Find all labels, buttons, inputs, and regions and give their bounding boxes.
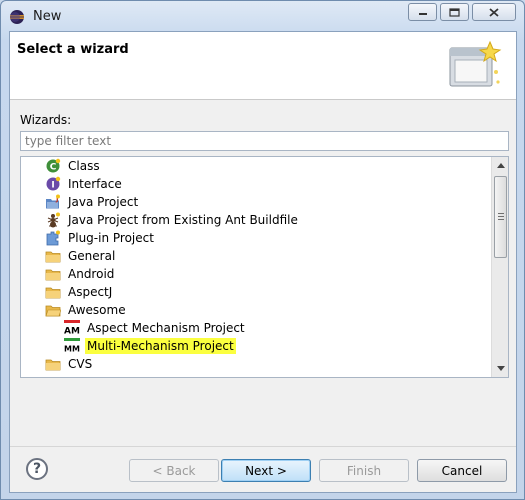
dialog-body: Select a wizard Wizards: C Class I xyxy=(9,31,517,493)
tree-item-label: Multi-Mechanism Project xyxy=(85,338,236,354)
tree-item-plugin-project[interactable]: Plug-in Project xyxy=(21,229,492,247)
finish-button[interactable]: Finish xyxy=(319,459,409,482)
plugin-project-icon xyxy=(46,230,60,246)
new-wizard-window: New Select a wizard Wizards: type filter… xyxy=(0,0,525,500)
scroll-down-icon xyxy=(496,366,505,371)
tree-item-java-project[interactable]: J Java Project xyxy=(21,193,492,211)
tree-item-label: Awesome xyxy=(68,303,126,317)
tree-item-label: Class xyxy=(68,159,100,173)
folder-icon xyxy=(45,359,61,371)
thumb-grip xyxy=(498,219,504,220)
tree-item-class[interactable]: C Class xyxy=(21,157,492,175)
svg-text:AM: AM xyxy=(64,327,80,337)
tree-item-aspect-mechanism-project[interactable]: AM Aspect Mechanism Project xyxy=(21,319,492,337)
help-button[interactable]: ? xyxy=(26,458,48,480)
scroll-down-button[interactable] xyxy=(492,360,508,377)
next-button[interactable]: Next > xyxy=(221,459,311,482)
java-project-icon: J xyxy=(46,194,60,209)
am-icon: AM xyxy=(64,320,80,336)
folder-icon xyxy=(45,251,61,263)
tree-item-label: Plug-in Project xyxy=(68,231,154,245)
new-wizard-banner-icon xyxy=(449,40,502,87)
maximize-icon xyxy=(449,7,460,17)
close-button[interactable] xyxy=(472,3,516,21)
wizards-label: Wizards: xyxy=(20,113,72,127)
close-icon xyxy=(489,7,499,17)
tree-item-interface[interactable]: I Interface xyxy=(21,175,492,193)
button-bar-separator xyxy=(10,446,516,447)
page-title: Select a wizard xyxy=(17,42,129,57)
scroll-up-button[interactable] xyxy=(492,157,508,174)
tree-item-general[interactable]: General xyxy=(21,247,492,265)
tree-item-label: Aspect Mechanism Project xyxy=(87,321,245,335)
tree-item-label: AspectJ xyxy=(68,285,113,299)
eclipse-icon xyxy=(10,10,24,24)
tree-item-awesome[interactable]: Awesome xyxy=(21,301,492,319)
tree-item-aspectj[interactable]: AspectJ xyxy=(21,283,492,301)
svg-text:C: C xyxy=(50,163,57,173)
folder-icon xyxy=(45,269,61,281)
minimize-icon xyxy=(418,13,427,15)
back-button[interactable]: < Back xyxy=(129,459,219,482)
interface-icon: I xyxy=(46,176,61,191)
minimize-button[interactable] xyxy=(408,3,437,21)
tree-item-cvs[interactable]: CVS xyxy=(21,355,492,373)
thumb-grip xyxy=(498,213,504,214)
svg-text:I: I xyxy=(51,181,54,191)
tree-item-label: CVS xyxy=(68,357,93,371)
window-controls xyxy=(408,3,516,21)
scroll-thumb[interactable] xyxy=(494,176,507,258)
tree-item-android[interactable]: Android xyxy=(21,265,492,283)
folder-open-icon xyxy=(45,305,61,317)
svg-text:MM: MM xyxy=(64,345,80,354)
cancel-button[interactable]: Cancel xyxy=(417,459,507,482)
scroll-up-icon xyxy=(496,163,505,168)
window-title: New xyxy=(33,9,62,24)
tree-item-multi-mechanism-project[interactable]: MM Multi-Mechanism Project xyxy=(21,337,492,355)
help-icon: ? xyxy=(32,461,42,477)
thumb-grip xyxy=(498,216,504,217)
tree-item-ant-project[interactable]: Java Project from Existing Ant Buildfile xyxy=(21,211,492,229)
tree-item-label: Android xyxy=(68,267,115,281)
wizard-header: Select a wizard xyxy=(10,32,516,100)
maximize-button[interactable] xyxy=(440,3,469,21)
tree-item-label: General xyxy=(68,249,116,263)
tree-item-label: Java Project from Existing Ant Buildfile xyxy=(68,213,298,227)
wizard-tree: C Class I Interface J Java Project Java … xyxy=(20,156,509,378)
folder-icon xyxy=(45,287,61,299)
class-icon: C xyxy=(46,158,61,173)
tree-scrollbar[interactable] xyxy=(491,157,508,377)
tree-item-label: Java Project xyxy=(68,195,139,209)
ant-project-icon xyxy=(47,212,60,228)
mm-icon: MM xyxy=(64,338,80,354)
filter-input[interactable] xyxy=(20,131,509,151)
title-bar: New xyxy=(1,1,524,31)
tree-item-label: Interface xyxy=(68,177,122,191)
wizard-tree-items: C Class I Interface J Java Project Java … xyxy=(21,157,492,373)
